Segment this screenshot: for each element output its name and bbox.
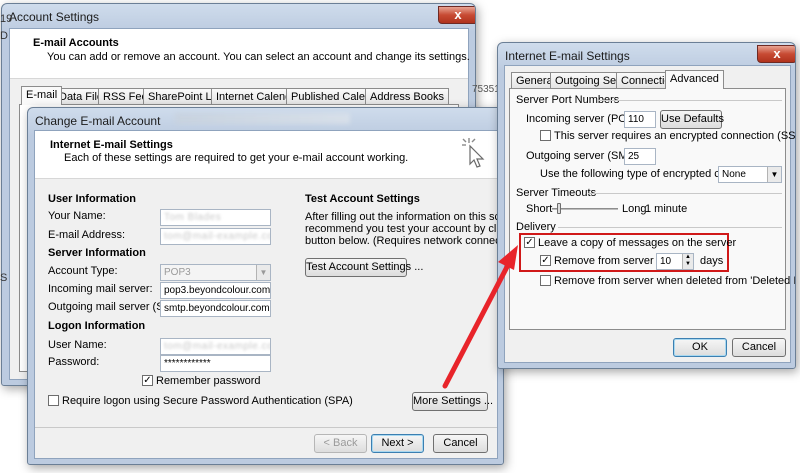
behind-text-fragment: S <box>0 272 8 284</box>
ssl-checkbox[interactable] <box>540 130 551 141</box>
behind-text-fragment: D <box>0 30 8 42</box>
your-name-field[interactable]: Tom Blades <box>160 209 271 226</box>
tab-address-books[interactable]: Address Books <box>365 88 449 105</box>
change-account-header-title: Internet E-mail Settings <box>50 139 173 151</box>
ok-button[interactable]: OK <box>673 338 727 357</box>
server-timeouts-heading: Server Timeouts <box>516 187 597 199</box>
days-label: days <box>700 255 724 267</box>
checkmark-icon: ✓ <box>541 255 550 266</box>
remember-password-checkbox[interactable]: ✓ <box>142 375 153 386</box>
account-type-dropdown[interactable]: POP3 ▼ <box>160 264 271 281</box>
user-name-label: User Name: <box>48 339 107 351</box>
internet-settings-cancel-button[interactable]: Cancel <box>732 338 786 357</box>
change-account-title: Change E-mail Account <box>35 114 161 128</box>
your-name-label: Your Name: <box>48 210 106 222</box>
user-info-heading: User Information <box>48 193 137 205</box>
password-field[interactable]: ************ <box>160 355 271 372</box>
password-label: Password: <box>48 356 100 368</box>
email-address-label: E-mail Address: <box>48 229 126 241</box>
spinner-arrows-icon[interactable]: ▲ ▼ <box>682 254 693 269</box>
account-settings-titlebar[interactable]: Account Settings x <box>2 4 475 30</box>
timeout-slider[interactable] <box>552 203 618 215</box>
internet-settings-body: General Outgoing Server Connection Advan… <box>504 65 795 363</box>
encryption-dropdown[interactable]: None ▼ <box>718 166 782 183</box>
test-account-heading: Test Account Settings <box>305 193 420 205</box>
leave-copy-checkbox[interactable]: ✓ <box>524 237 535 248</box>
email-address-field[interactable]: tom@mail-example.com <box>160 228 271 245</box>
back-button[interactable]: < Back <box>314 434 367 453</box>
use-defaults-button[interactable]: Use Defaults <box>660 110 724 129</box>
account-settings-header: E-mail Accounts You can add or remove an… <box>10 29 470 79</box>
outgoing-server-field[interactable]: smtp.beyondcolour.com <box>160 300 271 317</box>
cancel-button[interactable]: Cancel <box>433 434 488 453</box>
checkmark-icon: ✓ <box>143 375 152 386</box>
ssl-label: This server requires an encrypted connec… <box>554 130 796 142</box>
account-type-label: Account Type: <box>48 265 118 277</box>
account-settings-header-title: E-mail Accounts <box>33 37 119 49</box>
timeout-value: 1 minute <box>645 203 688 215</box>
account-settings-title: Account Settings <box>9 10 100 24</box>
more-settings-button[interactable]: More Settings ... <box>412 392 493 411</box>
spa-label: Require logon using Secure Password Auth… <box>62 395 353 407</box>
timeout-slider-thumb[interactable] <box>557 203 561 214</box>
change-account-header: Internet E-mail Settings Each of these s… <box>35 131 497 179</box>
delivery-separator <box>558 227 782 228</box>
checkmark-icon: ✓ <box>525 237 534 248</box>
spa-checkbox[interactable] <box>48 395 59 406</box>
leave-copy-label: Leave a copy of messages on the server <box>538 237 737 249</box>
button-row-separator <box>35 427 497 428</box>
timeout-long-label: Long <box>622 203 647 215</box>
cursor-click-icon <box>462 138 485 168</box>
account-settings-header-desc: You can add or remove an account. You ca… <box>47 51 470 63</box>
change-account-body: Internet E-mail Settings Each of these s… <box>34 130 503 459</box>
test-account-desc-line1: After filling out the information on thi… <box>305 211 503 223</box>
change-account-window: Change E-mail Account Internet E-mail Se… <box>27 107 504 465</box>
test-account-desc-line2: recommend you test your account by click… <box>305 223 503 235</box>
chevron-down-icon: ▼ <box>767 167 781 182</box>
timeout-short-label: Short <box>526 203 553 215</box>
internet-settings-close-button[interactable]: x <box>757 45 795 63</box>
incoming-port-field[interactable]: 110 <box>624 111 656 128</box>
account-settings-close-button[interactable]: x <box>438 6 475 24</box>
test-account-desc-line3: button below. (Requires network connecti… <box>305 235 504 247</box>
change-account-header-desc: Each of these settings are required to g… <box>64 152 409 164</box>
logon-info-heading: Logon Information <box>48 320 146 332</box>
test-account-settings-button[interactable]: Test Account Settings ... <box>305 258 423 277</box>
internet-settings-window: Internet E-mail Settings x General Outgo… <box>497 42 796 369</box>
server-timeouts-separator <box>588 193 782 194</box>
incoming-server-field[interactable]: pop3.beyondcolour.com <box>160 282 271 299</box>
timeout-slider-track <box>552 208 618 210</box>
internet-settings-title: Internet E-mail Settings <box>505 49 630 63</box>
behind-text-fragment: 19 <box>0 13 13 25</box>
outgoing-port-field[interactable]: 25 <box>624 148 656 165</box>
blurred-toolbar-strip <box>175 113 350 124</box>
remember-password-label: Remember password <box>156 375 261 387</box>
delivery-heading: Delivery <box>516 221 556 233</box>
user-name-field[interactable]: tom@mail-example.com <box>160 338 271 355</box>
remove-after-checkbox[interactable]: ✓ <box>540 255 551 266</box>
server-info-heading: Server Information <box>48 247 146 259</box>
next-button[interactable]: Next > <box>371 434 424 453</box>
remove-days-spinner[interactable]: 10 ▲ ▼ <box>656 253 694 270</box>
server-ports-separator <box>598 100 782 101</box>
tab-advanced[interactable]: Advanced <box>665 70 724 89</box>
advanced-tab-panel: Server Port Numbers Incoming server (POP… <box>509 88 795 330</box>
remove-deleted-checkbox[interactable] <box>540 275 551 286</box>
remove-deleted-label: Remove from server when deleted from 'De… <box>554 275 796 287</box>
chevron-down-icon: ▼ <box>256 265 270 280</box>
incoming-server-label: Incoming mail server: <box>48 283 153 295</box>
behind-text-fragment: 75351 <box>472 84 500 95</box>
tab-email[interactable]: E-mail <box>21 86 63 105</box>
